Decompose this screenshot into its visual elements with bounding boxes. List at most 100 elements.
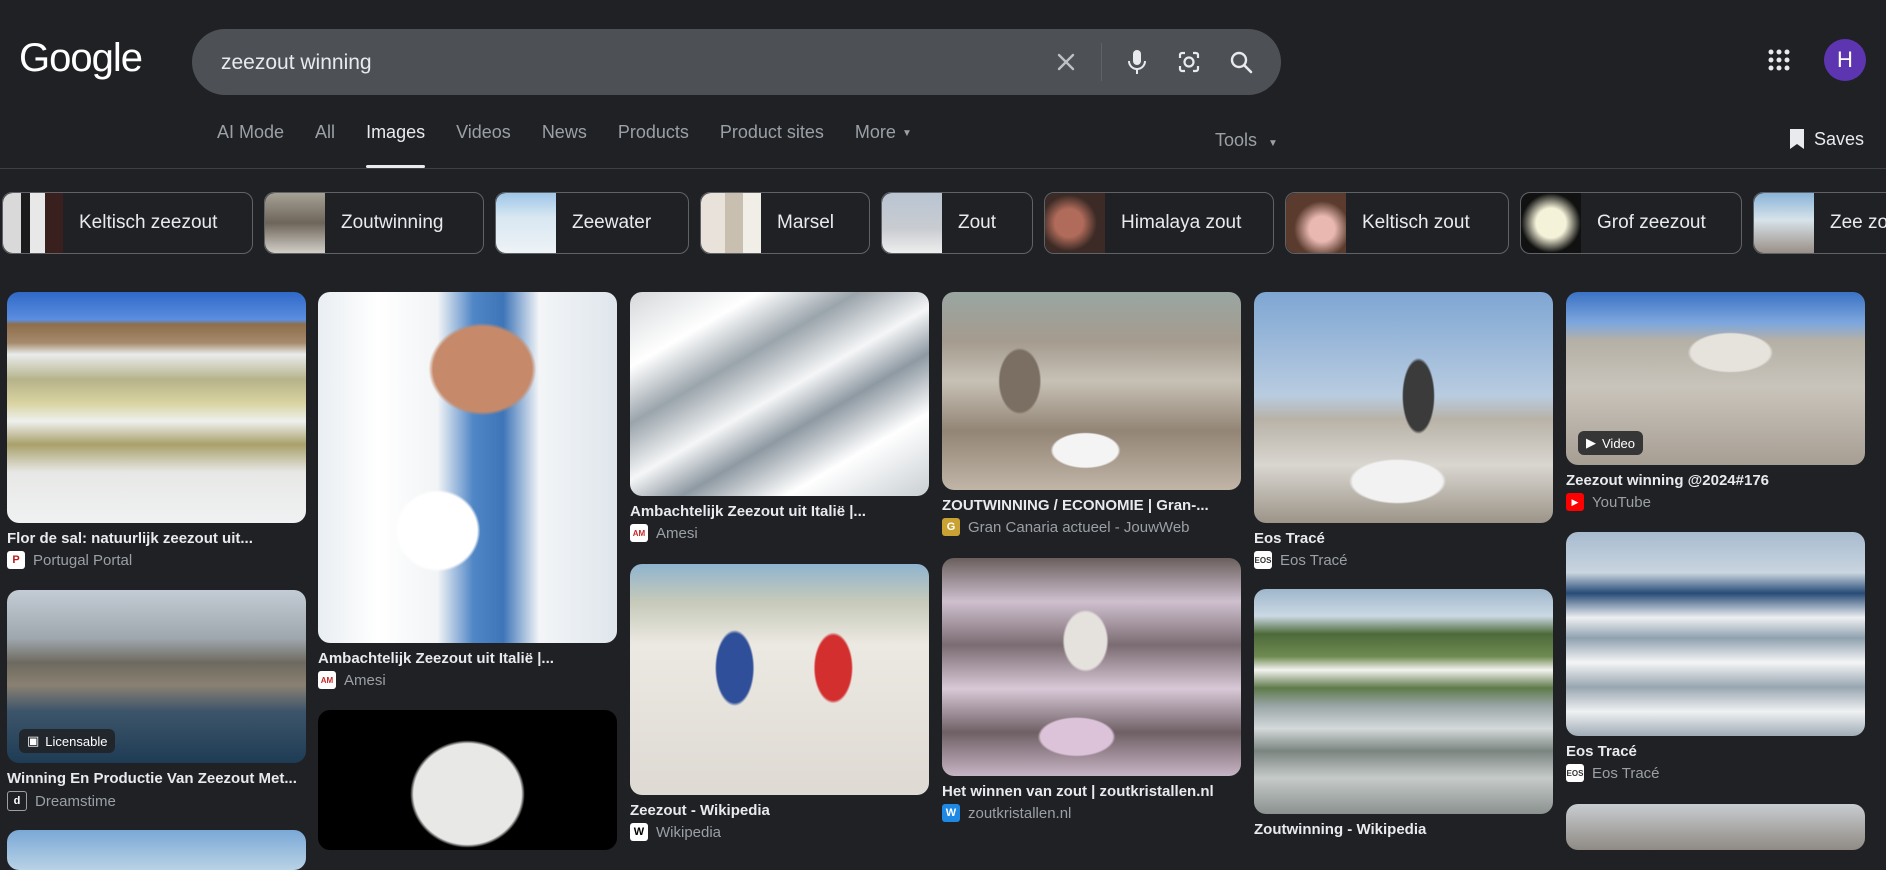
result-title[interactable]: Het winnen van zout | zoutkristallen.nl	[942, 783, 1241, 800]
result-image[interactable]	[630, 564, 929, 795]
image-result[interactable]	[7, 830, 306, 870]
result-source[interactable]: P Portugal Portal	[7, 551, 306, 569]
result-source[interactable]: EOS Eos Tracé	[1566, 764, 1865, 782]
result-image[interactable]	[630, 292, 929, 496]
result-source[interactable]: AM Amesi	[318, 671, 617, 689]
result-image[interactable]	[318, 710, 617, 850]
result-title[interactable]: Zeezout winning @2024#176	[1566, 472, 1865, 489]
image-result[interactable]: Ambachtelijk Zeezout uit Italië |... AM …	[630, 292, 929, 542]
image-results-grid: Flor de sal: natuurlijk zeezout uit... P…	[7, 292, 1879, 870]
dreamstime-favicon: d	[7, 791, 27, 811]
chip-keltisch-zeezout[interactable]: Keltisch zeezout	[2, 192, 253, 254]
tab-more[interactable]: More ▼	[855, 122, 912, 168]
image-result[interactable]: Flor de sal: natuurlijk zeezout uit... P…	[7, 292, 306, 569]
image-result[interactable]: ▶ Video Zeezout winning @2024#176 ▶ YouT…	[1566, 292, 1865, 511]
chip-grof-zeezout[interactable]: Grof zeezout	[1520, 192, 1742, 254]
image-result[interactable]: ▣ Licensable Winning En Productie Van Ze…	[7, 590, 306, 811]
tab-products[interactable]: Products	[618, 122, 689, 168]
image-result[interactable]: Ambachtelijk Zeezout uit Italië |... AM …	[318, 292, 617, 689]
chip-marsel[interactable]: Marsel	[700, 192, 870, 254]
result-image[interactable]	[1566, 804, 1865, 850]
source-name: Dreamstime	[35, 792, 116, 810]
chip-label: Marsel	[777, 212, 835, 233]
tools-dropdown[interactable]: Tools ▼	[1215, 130, 1278, 151]
image-result[interactable]: Zoutwinning - Wikipedia	[1254, 589, 1553, 838]
result-image[interactable]	[1254, 589, 1553, 814]
tab-news[interactable]: News	[542, 122, 587, 168]
chip-zout[interactable]: Zout	[881, 192, 1033, 254]
tab-product-sites[interactable]: Product sites	[720, 122, 824, 168]
chip-zeewater[interactable]: Zeewater	[495, 192, 689, 254]
tab-ai-mode[interactable]: AI Mode	[217, 122, 284, 168]
chip-thumbnail	[701, 193, 761, 253]
result-image[interactable]	[1566, 532, 1865, 736]
result-title[interactable]: Eos Tracé	[1254, 530, 1553, 547]
source-name: Gran Canaria actueel - JouwWeb	[968, 518, 1190, 536]
chip-label: Himalaya zout	[1121, 212, 1242, 233]
result-title[interactable]: Zoutwinning - Wikipedia	[1254, 821, 1553, 838]
chip-zoutwinning[interactable]: Zoutwinning	[264, 192, 484, 254]
image-result[interactable]	[318, 710, 617, 850]
source-name: Eos Tracé	[1592, 764, 1660, 782]
result-image[interactable]	[942, 558, 1241, 776]
image-result[interactable]: ZOUTWINNING / ECONOMIE | Gran-... G Gran…	[942, 292, 1241, 536]
play-icon: ▶	[1586, 435, 1596, 450]
result-image[interactable]	[7, 830, 306, 870]
clear-icon[interactable]	[1049, 45, 1083, 79]
jouwweb-favicon: G	[942, 518, 960, 536]
result-source[interactable]: W Wikipedia	[630, 823, 929, 841]
result-image[interactable]	[7, 292, 306, 523]
search-box[interactable]	[192, 29, 1281, 97]
source-name: YouTube	[1592, 493, 1651, 511]
result-source[interactable]: d Dreamstime	[7, 791, 306, 811]
result-image[interactable]	[1254, 292, 1553, 523]
google-logo[interactable]: Google	[19, 36, 143, 81]
chip-thumbnail	[265, 193, 325, 253]
result-title[interactable]: Winning En Productie Van Zeezout Met...	[7, 770, 306, 787]
result-image[interactable]: ▣ Licensable	[7, 590, 306, 763]
chip-label: Zeewater	[572, 212, 652, 233]
search-input[interactable]	[219, 29, 1023, 97]
chip-thumbnail	[1521, 193, 1581, 253]
image-result[interactable]	[1566, 804, 1865, 850]
chip-thumbnail	[1045, 193, 1105, 253]
result-title[interactable]: Flor de sal: natuurlijk zeezout uit...	[7, 530, 306, 547]
image-result[interactable]: Eos Tracé EOS Eos Tracé	[1254, 292, 1553, 569]
saves-button[interactable]: Saves	[1788, 128, 1864, 150]
image-result[interactable]: Zeezout - Wikipedia W Wikipedia	[630, 564, 929, 841]
result-title[interactable]: Ambachtelijk Zeezout uit Italië |...	[318, 650, 617, 667]
result-source[interactable]: G Gran Canaria actueel - JouwWeb	[942, 518, 1241, 536]
result-image[interactable]: ▶ Video	[1566, 292, 1865, 465]
chip-thumbnail	[882, 193, 942, 253]
result-image[interactable]	[942, 292, 1241, 490]
result-source[interactable]: W zoutkristallen.nl	[942, 804, 1241, 822]
result-source[interactable]: EOS Eos Tracé	[1254, 551, 1553, 569]
avatar[interactable]: H	[1824, 39, 1866, 81]
tab-all[interactable]: All	[315, 122, 335, 168]
tools-label: Tools	[1215, 130, 1258, 150]
source-name: zoutkristallen.nl	[968, 804, 1072, 822]
result-title[interactable]: Eos Tracé	[1566, 743, 1865, 760]
result-title[interactable]: Zeezout - Wikipedia	[630, 802, 929, 819]
amesi-favicon: AM	[630, 524, 648, 542]
image-result[interactable]: Eos Tracé EOS Eos Tracé	[1566, 532, 1865, 782]
divider	[0, 168, 1886, 169]
zoutkristallen-favicon: W	[942, 804, 960, 822]
caret-down-icon: ▼	[1268, 138, 1278, 149]
result-title[interactable]: Ambachtelijk Zeezout uit Italië |...	[630, 503, 929, 520]
result-source[interactable]: ▶ YouTube	[1566, 493, 1865, 511]
chip-zee-zout-winnen[interactable]: Zee zout winnen	[1753, 192, 1886, 254]
chip-keltisch-zout[interactable]: Keltisch zout	[1285, 192, 1509, 254]
chip-himalaya-zout[interactable]: Himalaya zout	[1044, 192, 1274, 254]
result-image[interactable]	[318, 292, 617, 643]
licensable-badge: ▣ Licensable	[19, 729, 116, 753]
tab-videos[interactable]: Videos	[456, 122, 511, 168]
microphone-icon[interactable]	[1120, 45, 1154, 79]
apps-grid-icon[interactable]	[1762, 43, 1796, 77]
image-result[interactable]: Het winnen van zout | zoutkristallen.nl …	[942, 558, 1241, 822]
search-icon[interactable]	[1224, 45, 1258, 79]
result-source[interactable]: AM Amesi	[630, 524, 929, 542]
tab-images[interactable]: Images	[366, 122, 426, 168]
result-title[interactable]: ZOUTWINNING / ECONOMIE | Gran-...	[942, 497, 1241, 514]
camera-lens-icon[interactable]	[1172, 45, 1206, 79]
